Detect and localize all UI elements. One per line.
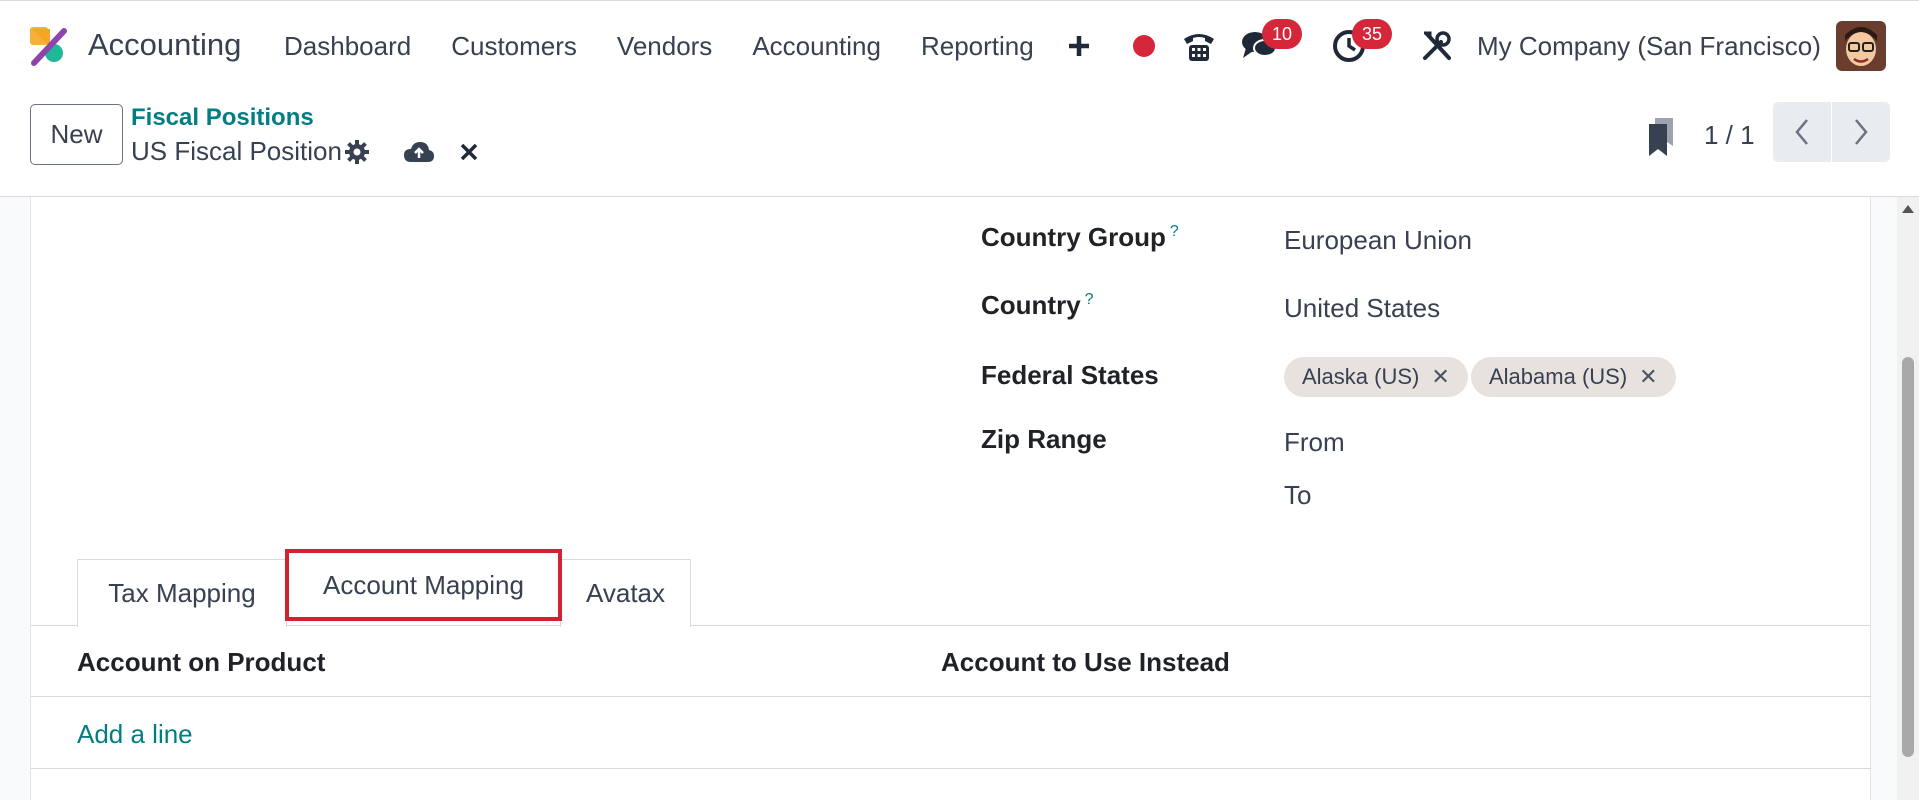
scroll-up-arrow-icon[interactable]	[1902, 205, 1914, 213]
record-title: US Fiscal Position	[131, 136, 342, 166]
column-account-to-use-instead[interactable]: Account to Use Instead	[941, 647, 1230, 678]
zip-from-field[interactable]: From	[1284, 427, 1345, 458]
country-label: Country?	[981, 290, 1094, 320]
menu-accounting[interactable]: Accounting	[752, 31, 881, 62]
menu-dashboard[interactable]: Dashboard	[284, 31, 411, 62]
tag-remove-icon[interactable]: ✕	[1431, 364, 1449, 390]
plus-icon[interactable]	[1060, 27, 1098, 65]
country-group-label: Country Group?	[981, 222, 1179, 252]
menu-reporting[interactable]: Reporting	[921, 31, 1034, 62]
tab-tax-mapping[interactable]: Tax Mapping	[77, 559, 287, 627]
bookmark-icon[interactable]	[1645, 116, 1679, 158]
messages-badge: 10	[1262, 19, 1302, 49]
notebook-tabs: Tax Mapping Account Mapping Avatax	[31, 549, 1870, 627]
record-dot-icon[interactable]	[1125, 27, 1163, 65]
gear-icon[interactable]	[340, 136, 374, 168]
account-mapping-header: Account on Product Account to Use Instea…	[31, 627, 1870, 697]
vertical-scrollbar[interactable]	[1897, 197, 1919, 800]
pager-value[interactable]: 1 / 1	[1704, 120, 1755, 151]
tag-label: Alabama (US)	[1489, 364, 1628, 389]
phone-icon[interactable]	[1180, 27, 1218, 65]
tag-label: Alaska (US)	[1302, 364, 1420, 389]
tag-remove-icon[interactable]: ✕	[1639, 364, 1657, 390]
chevron-left-icon	[1795, 119, 1808, 145]
company-switcher[interactable]: My Company (San Francisco)	[1477, 31, 1821, 62]
pager-next-button[interactable]	[1832, 102, 1890, 162]
user-avatar[interactable]	[1836, 21, 1886, 71]
help-icon[interactable]: ?	[1085, 291, 1094, 308]
help-icon[interactable]: ?	[1170, 223, 1179, 240]
list-divider	[31, 768, 1870, 769]
add-line-link[interactable]: Add a line	[77, 719, 193, 750]
breadcrumb-fiscal-positions[interactable]: Fiscal Positions	[131, 104, 314, 132]
column-account-on-product[interactable]: Account on Product	[77, 647, 325, 678]
zip-to-field[interactable]: To	[1284, 480, 1311, 511]
clock-icon[interactable]: 35	[1330, 19, 1392, 65]
scroll-thumb[interactable]	[1902, 357, 1914, 757]
accounting-app-icon[interactable]	[28, 25, 70, 67]
country-group-field[interactable]: European Union	[1284, 225, 1472, 256]
activities-badge: 35	[1352, 19, 1392, 49]
zip-range-label: Zip Range	[981, 424, 1107, 454]
chevron-right-icon	[1855, 119, 1868, 145]
top-navbar: Accounting Dashboard Customers Vendors A…	[0, 0, 1919, 90]
federal-states-label: Federal States	[981, 360, 1159, 390]
app-name[interactable]: Accounting	[88, 27, 241, 63]
country-field[interactable]: United States	[1284, 293, 1440, 324]
control-panel: New Fiscal Positions US Fiscal Position …	[0, 90, 1919, 197]
chat-icon[interactable]: 10	[1240, 19, 1302, 65]
cloud-upload-icon[interactable]	[402, 136, 436, 168]
tab-account-mapping[interactable]: Account Mapping	[285, 549, 562, 621]
tools-icon[interactable]	[1418, 27, 1456, 65]
tab-avatax[interactable]: Avatax	[560, 559, 691, 627]
main-menu: Dashboard Customers Vendors Accounting R…	[284, 31, 1074, 62]
pager-previous-button[interactable]	[1773, 102, 1831, 162]
tag-alaska: Alaska (US) ✕	[1284, 357, 1468, 397]
menu-vendors[interactable]: Vendors	[617, 31, 712, 62]
tag-alabama: Alabama (US) ✕	[1471, 357, 1676, 397]
form-sheet: Country Group? European Union Country? U…	[30, 197, 1871, 800]
new-button[interactable]: New	[30, 104, 123, 165]
discard-close-icon[interactable]	[452, 136, 486, 168]
menu-customers[interactable]: Customers	[451, 31, 577, 62]
